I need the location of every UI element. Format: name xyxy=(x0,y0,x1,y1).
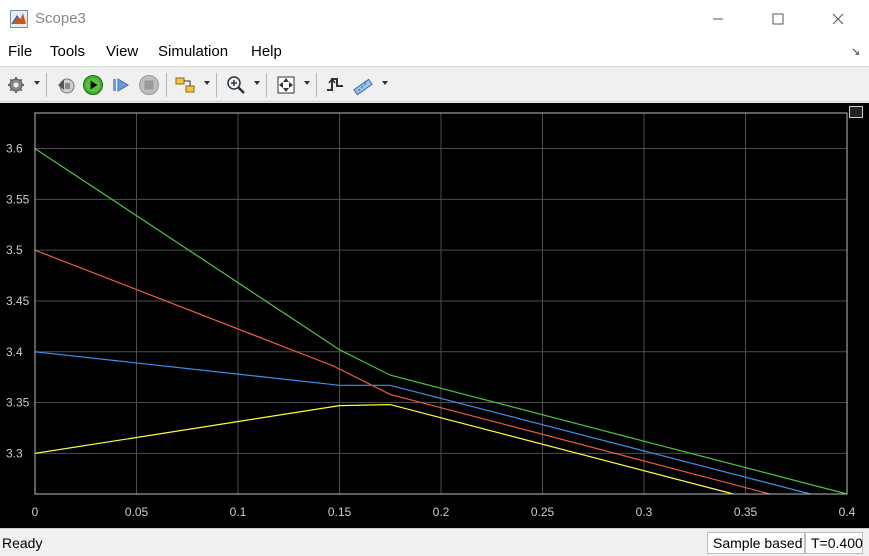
highlight-block-button[interactable] xyxy=(173,73,197,97)
highlight-dropdown-icon[interactable] xyxy=(204,81,210,85)
step-back-icon xyxy=(58,78,75,94)
step-back-button[interactable] xyxy=(54,73,78,97)
settings-button[interactable] xyxy=(5,73,27,97)
autoscale-icon xyxy=(277,76,295,94)
toolbar-separator xyxy=(316,73,317,97)
simulation-time: T=0.400 xyxy=(805,532,863,554)
menu-tools[interactable]: Tools xyxy=(50,43,85,60)
autoscale-button[interactable] xyxy=(274,73,298,97)
toolbar-separator xyxy=(46,73,47,97)
toolbar xyxy=(0,66,869,102)
x-tick-label: 0.2 xyxy=(433,505,450,519)
menu-view[interactable]: View xyxy=(106,43,138,60)
x-tick-label: 0.3 xyxy=(636,505,653,519)
y-tick-label: 3.5 xyxy=(6,243,23,257)
maximize-button[interactable] xyxy=(748,0,808,38)
matlab-logo-icon xyxy=(10,10,28,28)
measurements-dropdown-icon[interactable] xyxy=(382,81,388,85)
settings-icon xyxy=(8,77,24,93)
status-text: Ready xyxy=(2,535,43,551)
window-title: Scope3 xyxy=(35,10,86,27)
undock-arrow-icon[interactable]: ↘ xyxy=(851,45,860,58)
minimize-button[interactable] xyxy=(688,0,748,38)
highlight-block-icon xyxy=(175,77,195,93)
series-line-1 xyxy=(34,403,734,495)
y-tick-label: 3.4 xyxy=(6,345,23,359)
sample-mode-indicator: Sample based xyxy=(707,532,805,554)
x-tick-label: 0.4 xyxy=(839,505,856,519)
x-tick-label: 0.1 xyxy=(230,505,247,519)
stop-button[interactable] xyxy=(137,73,161,97)
zoom-button[interactable] xyxy=(224,73,248,97)
measurements-icon xyxy=(353,78,373,96)
zoom-dropdown-icon[interactable] xyxy=(254,81,260,85)
y-tick-label: 3.55 xyxy=(6,192,30,206)
undock-axes-icon[interactable] xyxy=(849,106,863,118)
triggers-icon xyxy=(327,77,343,91)
maximize-icon xyxy=(772,13,784,25)
menu-help[interactable]: Help xyxy=(251,43,282,60)
y-tick-label: 3.45 xyxy=(6,294,30,308)
toolbar-separator xyxy=(216,73,217,97)
step-forward-button[interactable] xyxy=(109,73,133,97)
run-icon xyxy=(83,75,103,95)
series-line-2 xyxy=(34,351,811,495)
run-button[interactable] xyxy=(81,73,105,97)
zoom-icon xyxy=(227,76,245,94)
minimize-icon xyxy=(713,18,723,20)
step-forward-icon xyxy=(113,78,129,92)
close-button[interactable] xyxy=(808,0,868,38)
measurements-button[interactable] xyxy=(351,73,375,97)
menu-file[interactable]: File xyxy=(8,43,32,60)
toolbar-separator xyxy=(166,73,167,97)
y-tick-label: 3.3 xyxy=(6,446,23,460)
line-chart[interactable]: 0 0.05 0.1 0.15 0.2 0.25 0.3 0.35 0.4 3.3 3.35 3.4 3… xyxy=(0,103,869,528)
triggers-button[interactable] xyxy=(323,73,347,97)
x-tick-label: 0 xyxy=(32,505,39,519)
grid-lines xyxy=(34,113,848,494)
x-tick-label: 0.35 xyxy=(734,505,758,519)
y-tick-label: 3.6 xyxy=(6,142,23,156)
status-bar: Ready Sample based T=0.400 xyxy=(0,528,869,556)
x-tick-label: 0.15 xyxy=(328,505,352,519)
title-bar: Scope3 xyxy=(0,0,869,38)
scope-display: 0 0.05 0.1 0.15 0.2 0.25 0.3 0.35 0.4 3.3 3.35 3.4 3… xyxy=(0,103,869,528)
x-tick-label: 0.05 xyxy=(125,505,149,519)
settings-dropdown-icon[interactable] xyxy=(34,81,40,85)
stop-icon xyxy=(139,75,159,95)
close-icon xyxy=(832,13,844,25)
series-line-3 xyxy=(34,249,771,495)
autoscale-dropdown-icon[interactable] xyxy=(304,81,310,85)
tick-labels: 0 0.05 0.1 0.15 0.2 0.25 0.3 0.35 0.4 3.3 3.35 3.4 3… xyxy=(6,142,856,519)
y-tick-label: 3.35 xyxy=(6,396,30,410)
x-tick-label: 0.25 xyxy=(531,505,555,519)
menu-bar: File Tools View Simulation Help ↘ xyxy=(0,38,869,66)
toolbar-separator xyxy=(266,73,267,97)
menu-simulation[interactable]: Simulation xyxy=(158,43,228,60)
